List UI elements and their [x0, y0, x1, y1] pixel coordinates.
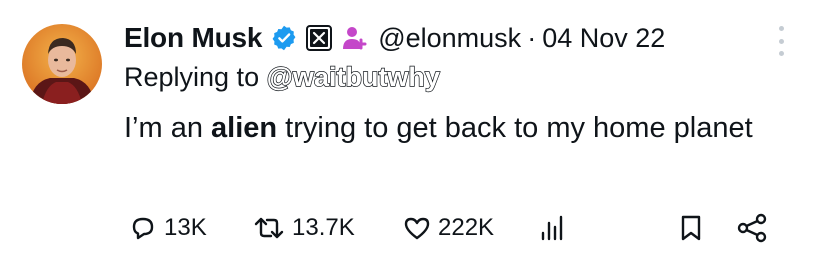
verified-badge-icon[interactable] — [270, 24, 298, 52]
like-button[interactable]: 222K — [402, 208, 494, 248]
analytics-icon — [540, 213, 568, 243]
share-button[interactable] — [736, 208, 768, 248]
tweet-header: Elon Musk @elonmusk · 04 Nov 22 — [124, 20, 775, 56]
like-count: 222K — [438, 214, 495, 241]
repost-icon — [252, 213, 286, 243]
reply-icon — [128, 213, 158, 243]
bookmark-button[interactable] — [678, 208, 704, 248]
tweet-text-after: trying to get back to my home planet — [277, 112, 753, 144]
separator-dot: · — [527, 22, 537, 53]
reply-button[interactable]: 13K — [128, 208, 207, 248]
bookmark-icon — [678, 213, 704, 243]
reply-mention-link[interactable]: @waitbutwhy — [266, 61, 441, 92]
author-name[interactable]: Elon Musk — [124, 22, 262, 54]
views-button[interactable] — [540, 208, 568, 248]
tweet-text-before: I’m an — [124, 112, 212, 144]
repost-button[interactable]: 13.7K — [252, 208, 355, 248]
reply-count: 13K — [164, 214, 207, 241]
share-icon — [736, 213, 768, 243]
avatar[interactable] — [22, 24, 102, 104]
author-handle[interactable]: @elonmusk — [378, 23, 521, 54]
action-bar: 13K 13.7K 222K — [122, 208, 775, 248]
x-logo-icon[interactable] — [306, 25, 333, 51]
reply-prefix: Replying to — [124, 62, 260, 92]
tweet-text-bold: alien — [211, 112, 278, 144]
heart-icon — [402, 213, 432, 243]
repost-count: 13.7K — [292, 214, 355, 241]
person-add-icon[interactable] — [340, 24, 368, 52]
tweet-date[interactable]: 04 Nov 22 — [542, 23, 665, 54]
tweet-text: I’m an alien trying to get back to my ho… — [124, 108, 764, 148]
tweet-card[interactable]: Elon Musk @elonmusk · 04 Nov 22 Replying… — [0, 0, 815, 261]
more-options-icon[interactable] — [775, 26, 787, 56]
reply-context: Replying to @waitbutwhy — [124, 61, 441, 93]
